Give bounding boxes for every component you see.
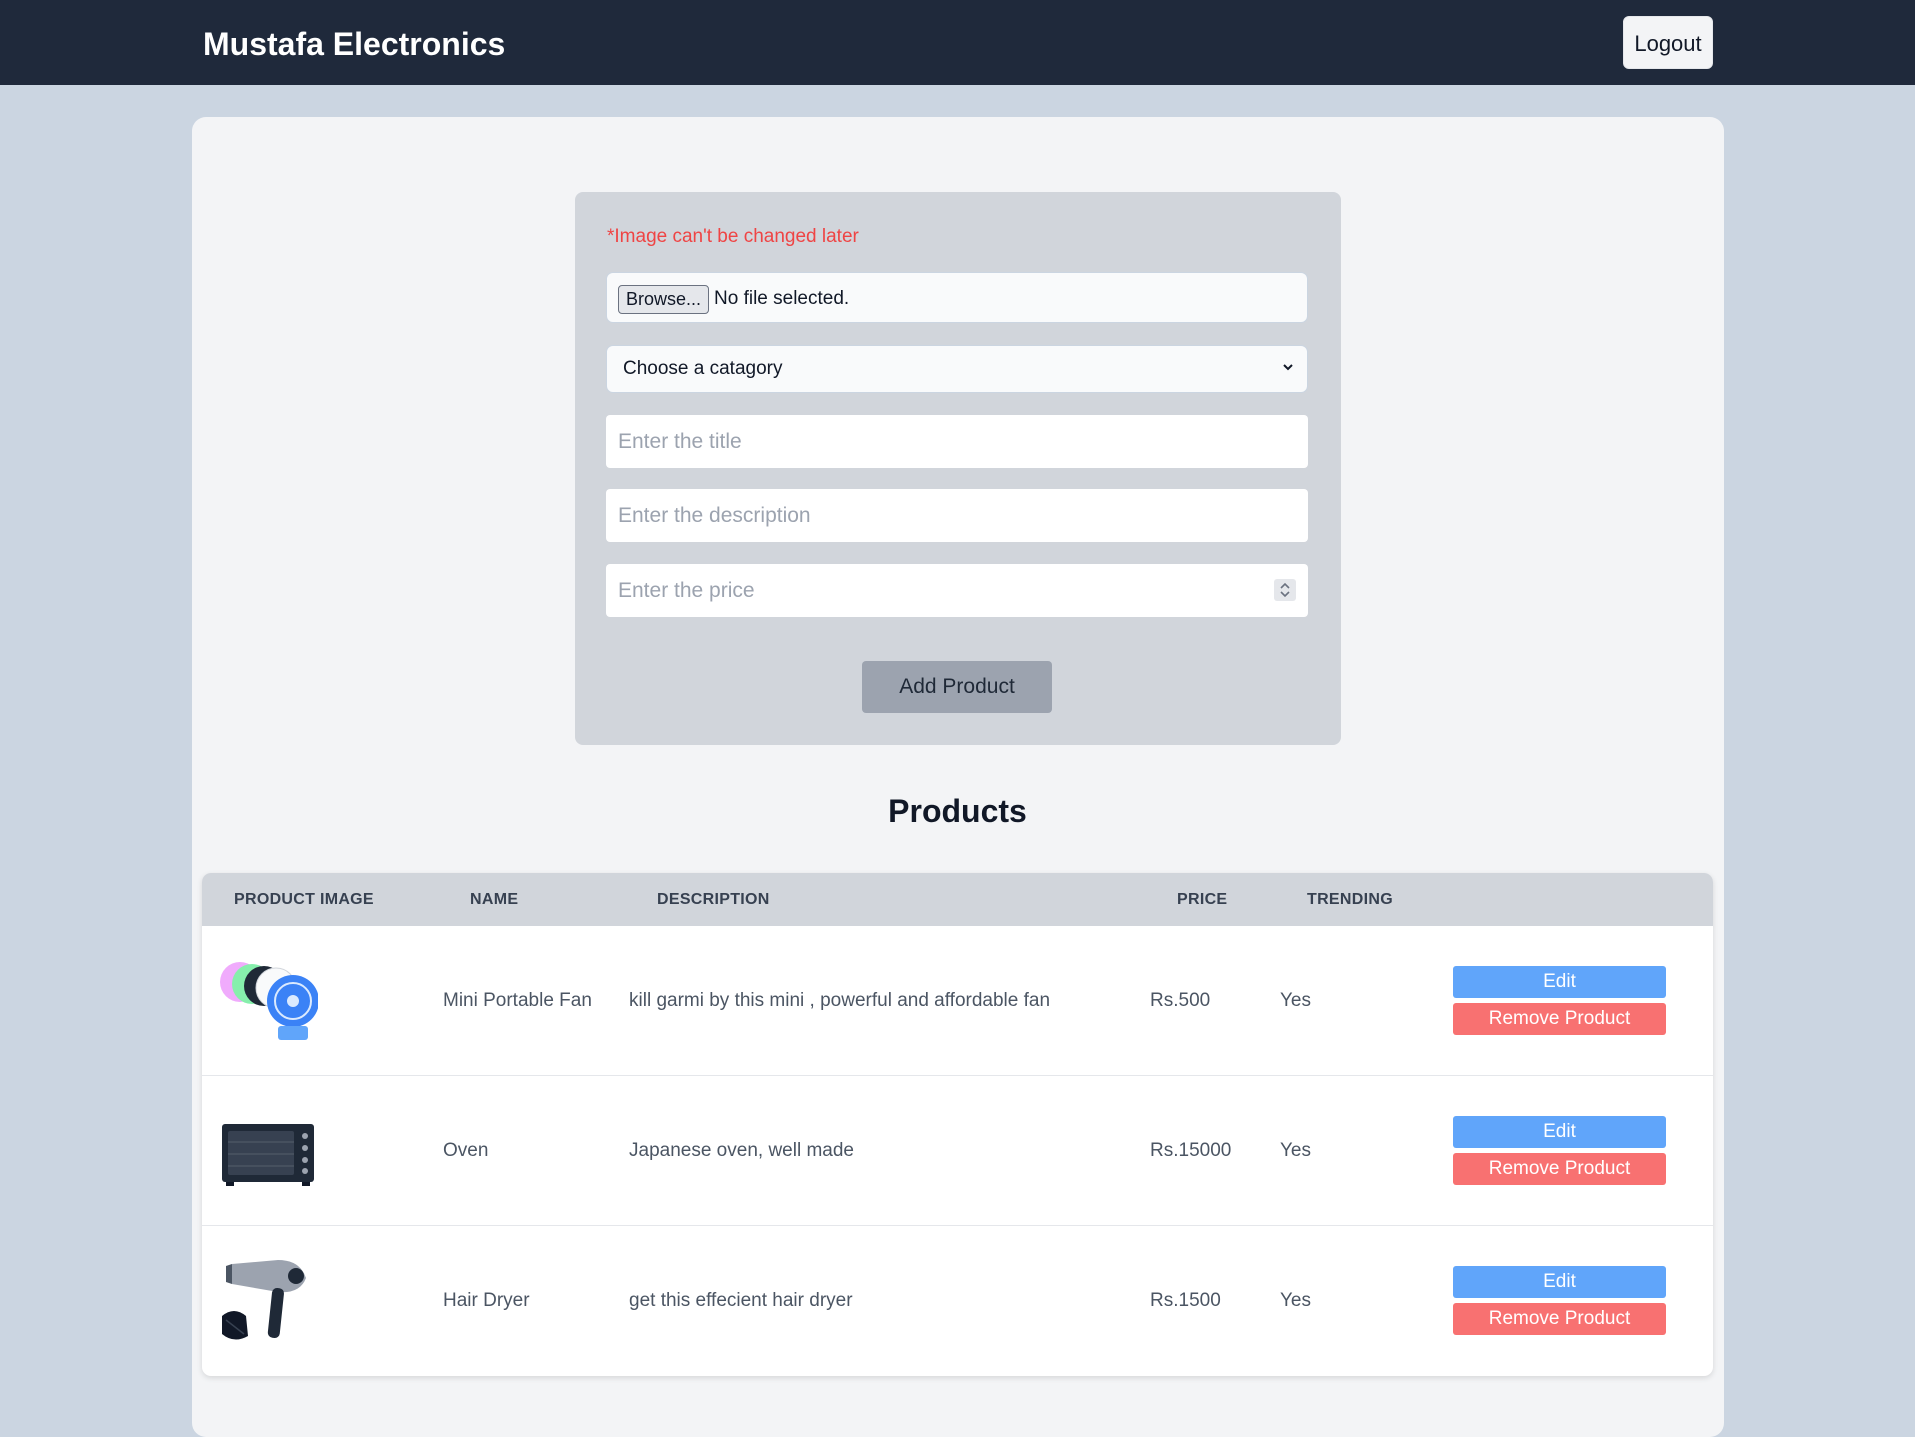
price-placeholder: Enter the price (618, 579, 755, 602)
title-placeholder: Enter the title (618, 430, 742, 453)
logout-button[interactable]: Logout (1623, 16, 1713, 69)
add-product-button[interactable]: Add Product (862, 661, 1052, 713)
edit-button[interactable]: Edit (1453, 966, 1666, 998)
number-spinner-icon[interactable] (1274, 579, 1296, 601)
remove-product-button[interactable]: Remove Product (1453, 1153, 1666, 1185)
hair-dryer-image (222, 1260, 306, 1340)
remove-product-button[interactable]: Remove Product (1453, 1003, 1666, 1035)
description-input[interactable]: Enter the description (606, 489, 1308, 542)
table-header: PRODUCT IMAGE NAME DESCRIPTION PRICE TRE… (202, 873, 1713, 926)
product-trending: Yes (1280, 990, 1311, 1011)
mini-fan-image (220, 962, 318, 1040)
product-name: Hair Dryer (443, 1290, 530, 1311)
image-file-input[interactable]: Browse... No file selected. (606, 272, 1308, 323)
brand-title: Mustafa Electronics (203, 26, 506, 62)
category-selected-value: Choose a catagory (623, 358, 783, 379)
product-trending: Yes (1280, 1290, 1311, 1311)
product-price: Rs.15000 (1150, 1140, 1232, 1161)
description-placeholder: Enter the description (618, 504, 811, 527)
column-header-trending: TRENDING (1307, 891, 1393, 908)
browse-button[interactable]: Browse... (618, 285, 710, 314)
column-header-price: PRICE (1177, 891, 1228, 908)
category-select[interactable]: Choose a catagory (606, 345, 1308, 393)
products-table: PRODUCT IMAGE NAME DESCRIPTION PRICE TRE… (202, 873, 1713, 1376)
product-trending: Yes (1280, 1140, 1311, 1161)
image-warning-text: *Image can't be changed later (607, 226, 859, 247)
column-header-description: DESCRIPTION (657, 891, 770, 908)
product-name: Oven (443, 1140, 489, 1161)
edit-button[interactable]: Edit (1453, 1116, 1666, 1148)
chevron-down-icon (1283, 364, 1293, 371)
product-name: Mini Portable Fan (443, 990, 592, 1011)
column-header-product-image: PRODUCT IMAGE (234, 891, 374, 908)
file-status-text: No file selected. (714, 288, 850, 309)
price-input[interactable]: Enter the price (606, 564, 1308, 617)
table-row: Hair Dryer get this effecient hair dryer… (202, 1226, 1713, 1376)
product-description: Japanese oven, well made (629, 1140, 854, 1161)
top-navbar: Mustafa Electronics Logout (0, 0, 1915, 85)
title-input[interactable]: Enter the title (606, 415, 1308, 468)
remove-product-button[interactable]: Remove Product (1453, 1303, 1666, 1335)
edit-button[interactable]: Edit (1453, 1266, 1666, 1298)
product-price: Rs.1500 (1150, 1290, 1221, 1311)
table-row: Oven Japanese oven, well made Rs.15000 Y… (202, 1076, 1713, 1226)
table-row: Mini Portable Fan kill garmi by this min… (202, 926, 1713, 1076)
product-description: get this effecient hair dryer (629, 1290, 853, 1311)
product-description: kill garmi by this mini , powerful and a… (629, 990, 1051, 1011)
column-header-name: NAME (470, 891, 519, 908)
products-heading: Products (888, 793, 1027, 829)
product-price: Rs.500 (1150, 990, 1211, 1011)
oven-image (222, 1124, 314, 1186)
